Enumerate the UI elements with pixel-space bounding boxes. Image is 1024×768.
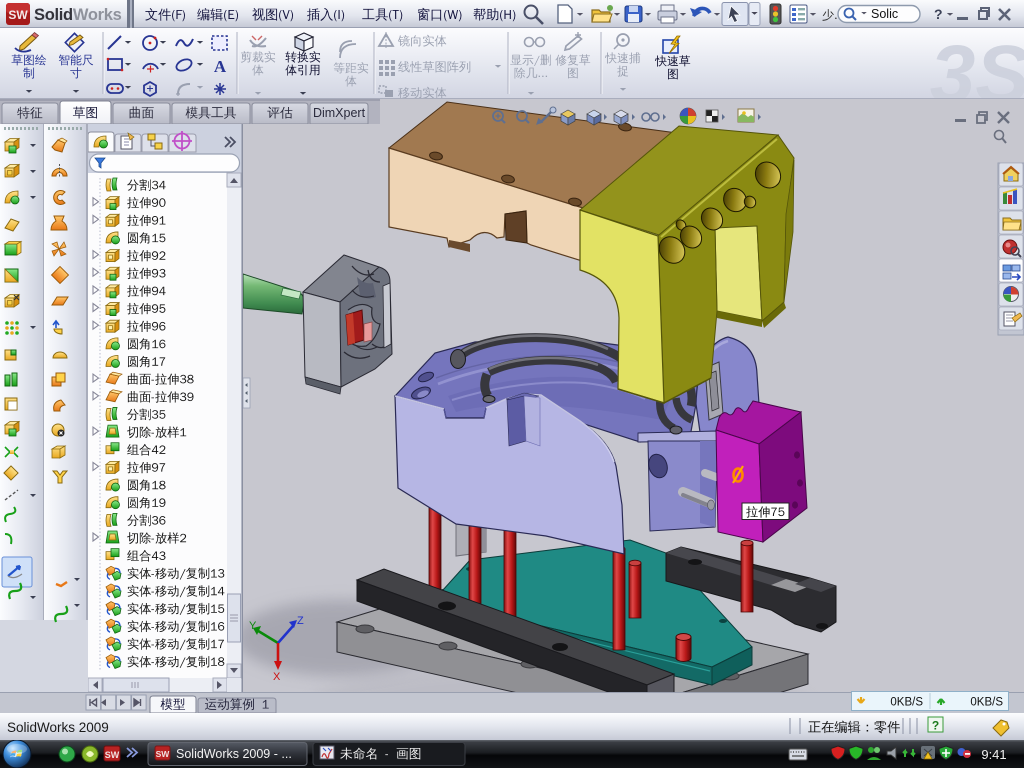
svg-text:0KB/S: 0KB/S [890,697,923,709]
svg-text:Solic: Solic [871,7,898,21]
svg-text:DimXpert: DimXpert [313,106,366,120]
svg-text:?: ? [934,6,943,22]
svg-text:SW: SW [156,749,171,759]
svg-text:SW: SW [105,750,120,760]
svg-text:0KB/S: 0KB/S [970,697,1003,709]
svg-text:SolidWorks 2009 - ...: SolidWorks 2009 - ... [176,747,292,761]
svg-text:X: X [273,671,281,683]
svg-text:Y: Y [249,620,257,632]
svg-text:SolidWorks 2009: SolidWorks 2009 [7,720,109,735]
svg-text:SolidWorks: SolidWorks [34,6,122,24]
svg-text:Z: Z [297,615,304,627]
svg-text:9:41: 9:41 [981,747,1006,762]
svg-text:?: ? [932,719,939,733]
svg-text:SW: SW [8,8,28,22]
svg-text:A: A [214,57,227,76]
svg-text:3S: 3S [930,29,1024,99]
